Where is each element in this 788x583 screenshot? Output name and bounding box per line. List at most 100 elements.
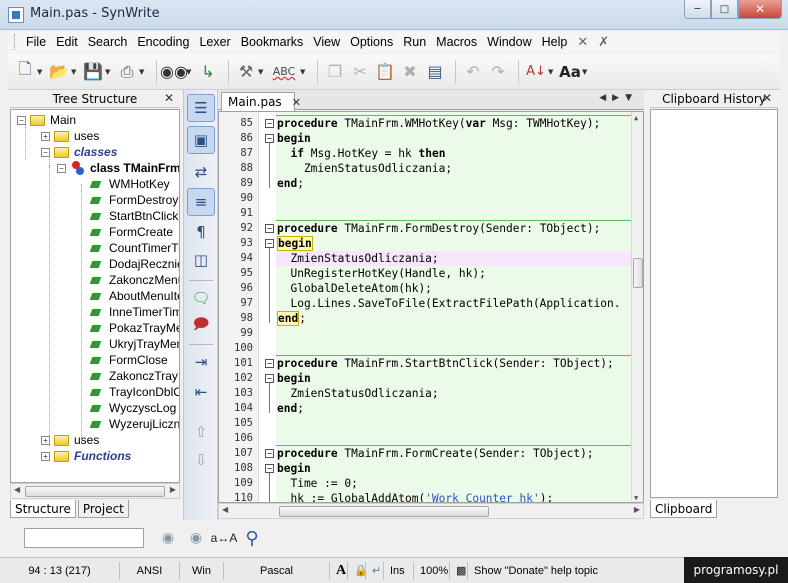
save-button[interactable]: 💾 ▼ <box>82 58 113 86</box>
delete-button[interactable]: ✖ <box>399 58 421 86</box>
tree-horizontal-scrollbar[interactable]: ◀ ▶ <box>10 483 180 499</box>
code-line[interactable]: 107 − procedure TMainFrm.FormCreate(Sender… <box>219 446 643 461</box>
code-line[interactable]: 102 − begin <box>219 371 643 386</box>
tree-method-item[interactable]: WyczyscLog <box>91 400 176 416</box>
help-icon[interactable]: ▩ <box>450 561 468 580</box>
tab-structure[interactable]: Structure <box>10 500 76 518</box>
scrollbar-thumb[interactable] <box>25 486 165 497</box>
tree-method-item[interactable]: FormCreate <box>91 224 173 240</box>
editor-horizontal-scrollbar[interactable]: ◀ ▶ <box>218 503 644 519</box>
code-line[interactable]: 97 Log.Lines.SaveToFile(ExtractFilePath(… <box>219 296 643 311</box>
code-line[interactable]: 87 if Msg.HotKey = hk then <box>219 146 643 161</box>
find-button[interactable]: ◉◉ ▼ <box>160 58 194 86</box>
code-line[interactable]: 94 ZmienStatusOdliczania; <box>219 251 643 266</box>
code-line[interactable]: 91 <box>219 206 643 221</box>
fold-toggle-icon[interactable]: − <box>265 134 274 143</box>
fold-toggle-icon[interactable]: − <box>265 464 274 473</box>
tree-method-item[interactable]: InneTimerTimer <box>91 304 179 320</box>
new-file-button[interactable]: 🗋 ▼ <box>14 58 45 86</box>
menu-run[interactable]: Run <box>398 35 431 49</box>
uncomment-button[interactable]: 🗩 <box>187 312 215 340</box>
fold-toggle-icon[interactable]: − <box>265 119 274 128</box>
menu-file[interactable]: File <box>21 35 51 49</box>
tree-method-item[interactable]: WMHotKey <box>91 176 170 192</box>
tab-scroll-arrows[interactable]: ◀▶▼ <box>599 93 638 103</box>
code-line[interactable]: 98 end; <box>219 311 643 326</box>
tab-main-pas[interactable]: Main.pas ✕ <box>221 92 301 111</box>
lexer-status[interactable]: Pascal <box>224 561 330 580</box>
sort-button[interactable]: A↓ ▼ <box>525 58 556 86</box>
fold-toggle-icon[interactable]: − <box>265 374 274 383</box>
fold-toggle-icon[interactable]: − <box>265 359 274 368</box>
dropdown-arrow-icon[interactable]: ▼ <box>548 68 556 76</box>
fold-toggle-icon[interactable]: − <box>265 224 274 233</box>
code-line[interactable]: 90 <box>219 191 643 206</box>
print-button[interactable]: ⎙ ▼ <box>116 58 147 86</box>
font-icon[interactable]: A <box>330 561 348 580</box>
close-all-icon[interactable]: ✗ <box>593 35 614 50</box>
dropdown-arrow-icon[interactable]: ▼ <box>300 68 308 76</box>
move-down-button[interactable]: ⇩ <box>187 446 215 474</box>
find-previous-icon[interactable]: ◉ <box>154 526 182 550</box>
zoom-status[interactable]: 100% <box>414 561 450 580</box>
tab-project[interactable]: Project <box>77 500 129 518</box>
menu-help[interactable]: Help <box>537 35 573 49</box>
fold-toggle-icon[interactable]: − <box>265 239 274 248</box>
menu-search[interactable]: Search <box>83 35 133 49</box>
scrollbar-thumb[interactable] <box>279 506 489 517</box>
undo-button[interactable]: ↶ <box>462 58 484 86</box>
code-line[interactable]: 101 − procedure TMainFrm.StartBtnClick(Sen… <box>219 356 643 371</box>
close-button[interactable]: ✕ <box>738 0 782 19</box>
menu-lexer[interactable]: Lexer <box>194 35 235 49</box>
expand-icon[interactable]: + <box>41 451 50 461</box>
dropdown-arrow-icon[interactable]: ▼ <box>582 68 590 76</box>
indent-button[interactable]: ⇥ <box>187 348 215 376</box>
code-line[interactable]: 95 UnRegisterHotKey(Handle, hk); <box>219 266 643 281</box>
tree-folder-item[interactable]: − classes <box>41 144 117 160</box>
expand-icon[interactable]: + <box>41 131 50 141</box>
dropdown-arrow-icon[interactable]: ▼ <box>139 68 147 76</box>
code-line[interactable]: 100 <box>219 341 643 356</box>
find-next-icon[interactable]: ◉ <box>182 526 210 550</box>
code-line[interactable]: 86 − begin <box>219 131 643 146</box>
code-line[interactable]: 106 <box>219 431 643 446</box>
code-editor[interactable]: ▲ ▼ 85− procedure TMainFrm.WMHotKey(var M… <box>218 111 644 503</box>
tree-method-item[interactable]: UkryjTrayMenu <box>91 336 179 352</box>
menu-macros[interactable]: Macros <box>431 35 482 49</box>
tree-method-item[interactable]: CountTimerTimer <box>91 240 179 256</box>
tab-clipboard[interactable]: Clipboard <box>650 500 718 518</box>
tree-method-item[interactable]: ZakonczMenu <box>91 272 179 288</box>
code-line[interactable]: 96 GlobalDeleteAtom(hk); <box>219 281 643 296</box>
search-input[interactable] <box>24 528 144 548</box>
maximize-button[interactable]: □ <box>711 0 738 19</box>
tree-method-item[interactable]: ZakonczTray <box>91 368 178 384</box>
fold-toggle-icon[interactable]: − <box>265 449 274 458</box>
copy-button[interactable]: ❐ <box>324 58 346 86</box>
tree-method-item[interactable]: AboutMenuItem <box>91 288 179 304</box>
code-line[interactable]: 85 − procedure TMainFrm.WMHotKey(var Msg: … <box>219 116 643 131</box>
encoding-status[interactable]: ANSI <box>120 561 180 580</box>
code-line[interactable]: 109 Time := 0; <box>219 476 643 491</box>
menu-edit[interactable]: Edit <box>51 35 83 49</box>
scroll-right-arrow[interactable]: ▶ <box>170 485 176 494</box>
dropdown-arrow-icon[interactable]: ▼ <box>105 68 113 76</box>
match-case-icon[interactable]: a↔A <box>210 526 238 550</box>
code-line[interactable]: 103 ZmienStatusOdliczania; <box>219 386 643 401</box>
collapse-icon[interactable]: − <box>57 163 66 173</box>
outline-button[interactable]: ≡ <box>187 188 215 216</box>
code-line[interactable]: 108 − begin <box>219 461 643 476</box>
magnifier-icon[interactable]: ⚲ <box>238 526 266 550</box>
redo-button[interactable]: ↷ <box>487 58 509 86</box>
menu-view[interactable]: View <box>308 35 345 49</box>
close-panel-icon[interactable]: ✕ <box>762 91 772 105</box>
paste-button[interactable]: 📋 <box>374 58 396 86</box>
tree-view-button[interactable]: ☰ <box>187 94 215 122</box>
code-line[interactable]: 89 end; <box>219 176 643 191</box>
tree-method-item[interactable]: FormDestroy <box>91 192 178 208</box>
dropdown-arrow-icon[interactable]: ▼ <box>258 68 266 76</box>
cut-button[interactable]: ✂ <box>349 58 371 86</box>
code-line[interactable]: 93 − begin <box>219 236 643 251</box>
preview-button[interactable]: ◫ <box>187 246 215 274</box>
goto-button[interactable]: ↳ <box>197 58 219 86</box>
tree-method-item[interactable]: WyzerujLiczniki <box>91 416 179 432</box>
